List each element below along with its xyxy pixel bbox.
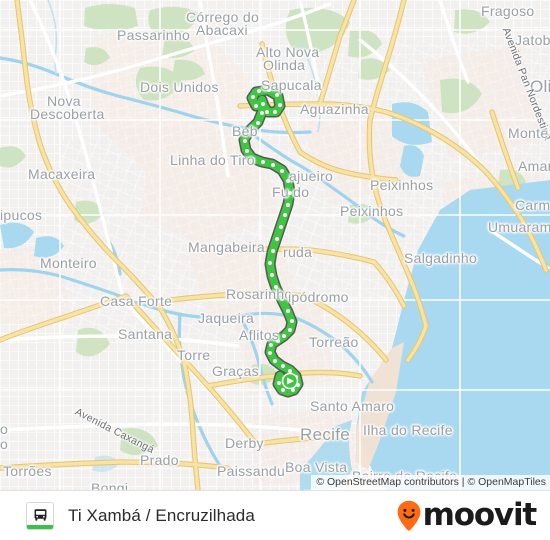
moovit-route-map-screen: Passarinho Córrego do Abacaxi Fragoso Alto N…: [0, 0, 550, 540]
line-color-bar: [27, 524, 53, 529]
map-viewport[interactable]: Passarinho Córrego do Abacaxi Fragoso Alto N…: [0, 0, 550, 490]
map-tiles: [0, 0, 550, 490]
moovit-smiley-pin-icon: [397, 500, 421, 531]
transit-line-badge[interactable]: [26, 501, 54, 530]
moovit-brand[interactable]: moovit: [396, 497, 538, 533]
route-title: Ti Xambá / Encruzilhada: [68, 505, 255, 525]
moovit-wordmark: moovit: [422, 497, 538, 533]
route-direction-marker: [281, 372, 299, 390]
route-footer-bar: Ti Xambá / Encruzilhada moovit: [0, 490, 550, 540]
map-attribution[interactable]: © OpenStreetMap contributors | © OpenMap…: [311, 475, 550, 490]
bus-icon: [34, 509, 46, 521]
